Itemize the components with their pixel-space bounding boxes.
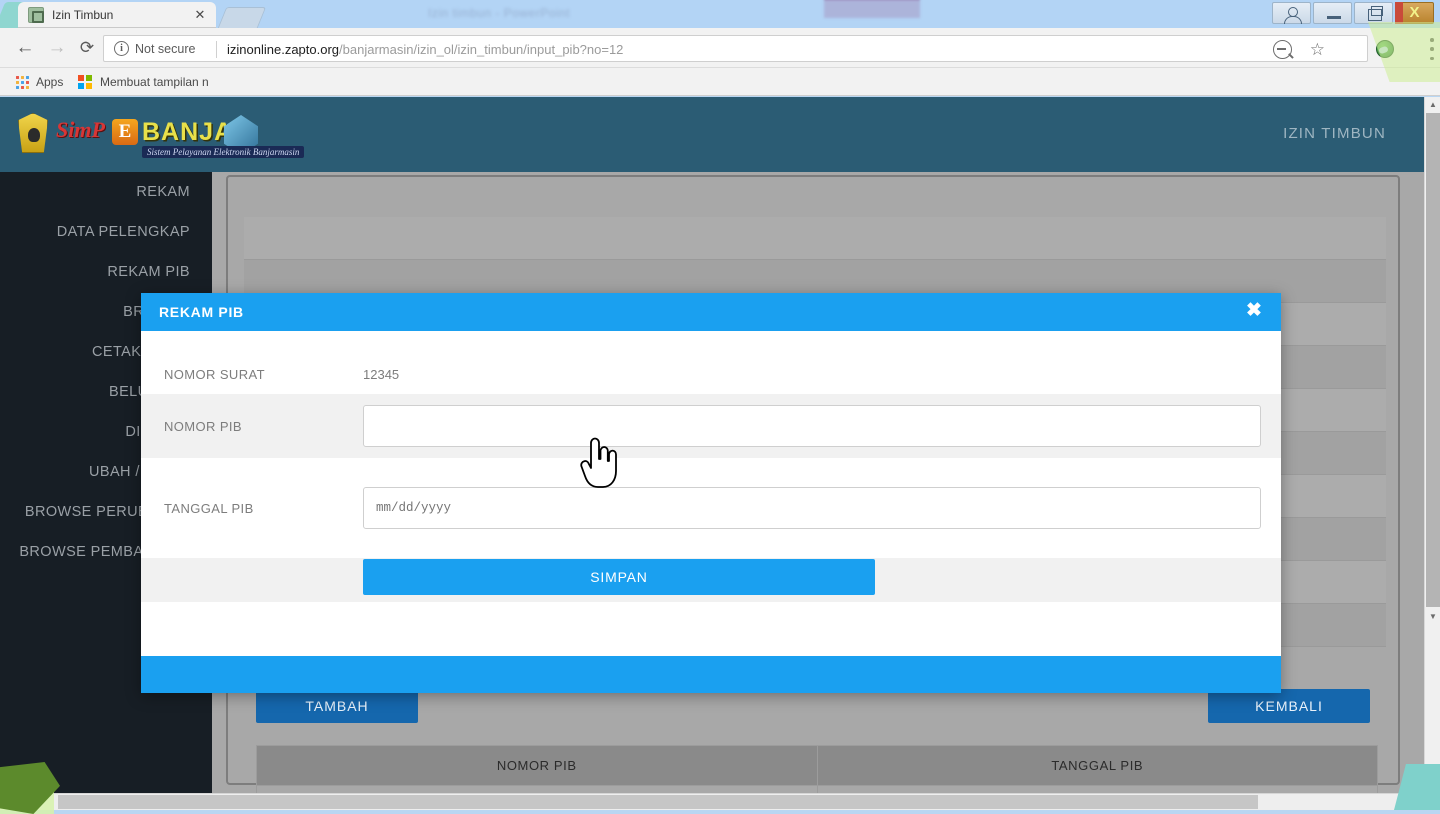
info-icon[interactable]: i — [114, 41, 129, 56]
tanggal-pib-input[interactable] — [363, 487, 1261, 529]
kembali-button[interactable]: KEMBALI — [1208, 689, 1370, 723]
browser-titlebar: Izin timbun - PowerPoint Izin Timbun ✕ X — [0, 0, 1440, 28]
logo-tagline: Sistem Pelayanan Elektronik Banjarmasin — [142, 146, 304, 158]
simpan-button[interactable]: SIMPAN — [363, 559, 875, 595]
url-path: /banjarmasin/izin_ol/izin_timbun/input_p… — [339, 42, 623, 57]
tab-close-icon[interactable]: ✕ — [192, 7, 208, 23]
sidebar-item-rekam-pib[interactable]: REKAM PIB — [0, 252, 212, 292]
new-tab-button[interactable] — [218, 7, 266, 28]
bookmark-apps-label[interactable]: Apps — [36, 75, 63, 89]
rekam-pib-modal: REKAM PIB ✖ NOMOR SURAT 12345 NOMOR PIB … — [141, 293, 1281, 693]
extension-globe-icon[interactable] — [1376, 40, 1394, 58]
microsoft-icon — [78, 75, 92, 89]
address-bar[interactable]: i Not secure izinonline.zapto.org/banjar… — [103, 35, 1368, 62]
security-label: Not secure — [135, 41, 195, 58]
zoom-out-icon[interactable] — [1273, 40, 1292, 59]
apps-grid-icon[interactable] — [16, 76, 29, 89]
modal-title: REKAM PIB — [159, 304, 244, 320]
crest-icon — [18, 113, 48, 153]
modal-header: REKAM PIB ✖ — [141, 293, 1281, 331]
browser-window: Izin timbun - PowerPoint Izin Timbun ✕ X… — [0, 0, 1440, 810]
field-row-simpan: SIMPAN — [141, 558, 1281, 602]
column-header-tanggal-pib: TANGGAL PIB — [817, 746, 1378, 786]
vertical-scroll-thumb[interactable] — [1426, 113, 1440, 607]
page-title: IZIN TIMBUN — [1283, 125, 1386, 142]
tambah-button[interactable]: TAMBAH — [256, 689, 418, 723]
close-icon[interactable]: ✖ — [1243, 300, 1265, 322]
horizontal-scrollbar[interactable]: ◀ ▶ — [0, 793, 1440, 810]
url-text: izinonline.zapto.org/banjarmasin/izin_ol… — [227, 40, 623, 59]
maximize-icon[interactable] — [1354, 2, 1393, 24]
logo-sim-text: SimP — [56, 117, 105, 143]
field-row-tanggal-pib: TANGGAL PIB — [141, 476, 1281, 540]
modal-body: NOMOR SURAT 12345 NOMOR PIB TANGGAL PIB … — [141, 331, 1281, 656]
field-row-nomor-pib: NOMOR PIB — [141, 394, 1281, 458]
vertical-scrollbar[interactable]: ▲ ▼ — [1424, 97, 1440, 797]
window-controls: X — [1270, 2, 1434, 24]
close-icon[interactable]: X — [1395, 2, 1434, 24]
background-form-row — [244, 217, 1386, 260]
tab-title: Izin Timbun — [52, 7, 182, 23]
omnibox-divider — [216, 41, 217, 58]
label-nomor-surat: NOMOR SURAT — [141, 367, 363, 382]
label-nomor-pib: NOMOR PIB — [141, 419, 363, 434]
minimize-icon[interactable] — [1313, 2, 1352, 24]
sidebar-item-data-pelengkap[interactable]: DATA PELENGKAP — [0, 212, 212, 252]
chrome-menu-icon[interactable] — [1430, 38, 1434, 60]
scroll-right-icon[interactable]: ▶ — [1405, 795, 1420, 809]
logo-e-badge: E — [112, 119, 138, 145]
scroll-left-icon[interactable]: ◀ — [2, 795, 17, 809]
sidebar-item-rekam[interactable]: REKAM — [0, 172, 212, 212]
bookmarks-bar: Apps Membuat tampilan n — [0, 68, 1440, 96]
tab-favicon-icon — [28, 7, 44, 23]
back-icon[interactable]: ← — [13, 36, 37, 60]
browser-tab[interactable]: Izin Timbun ✕ — [18, 2, 216, 28]
horizontal-scroll-thumb[interactable] — [58, 795, 1258, 809]
scroll-up-icon[interactable]: ▲ — [1426, 97, 1440, 112]
column-header-nomor-pib: NOMOR PIB — [257, 746, 818, 786]
bookmark-item-label[interactable]: Membuat tampilan n — [100, 75, 209, 89]
modal-footer — [141, 656, 1281, 693]
bookmark-star-icon[interactable]: ☆ — [1310, 40, 1325, 59]
field-row-nomor-surat: NOMOR SURAT 12345 — [141, 362, 1281, 386]
label-tanggal-pib: TANGGAL PIB — [141, 501, 363, 516]
nomor-pib-input[interactable] — [363, 405, 1261, 447]
value-nomor-surat: 12345 — [363, 367, 399, 382]
background-ghost-title: Izin timbun - PowerPoint — [428, 6, 570, 20]
app-logo[interactable]: SimP E BANJAR Sistem Pelayanan Elektroni… — [12, 109, 262, 159]
scroll-down-icon[interactable]: ▼ — [1426, 609, 1440, 624]
background-ghost-chip — [824, 0, 920, 18]
pib-table: NOMOR PIB TANGGAL PIB — [256, 745, 1378, 797]
forward-icon[interactable]: → — [45, 36, 69, 60]
page-viewport: SimP E BANJAR Sistem Pelayanan Elektroni… — [0, 97, 1424, 797]
table-header-row: NOMOR PIB TANGGAL PIB — [257, 746, 1378, 786]
reload-icon[interactable]: ⟳ — [75, 36, 99, 60]
profile-icon[interactable] — [1272, 2, 1311, 24]
app-header: SimP E BANJAR Sistem Pelayanan Elektroni… — [0, 97, 1424, 172]
url-host: izinonline.zapto.org — [227, 42, 339, 57]
